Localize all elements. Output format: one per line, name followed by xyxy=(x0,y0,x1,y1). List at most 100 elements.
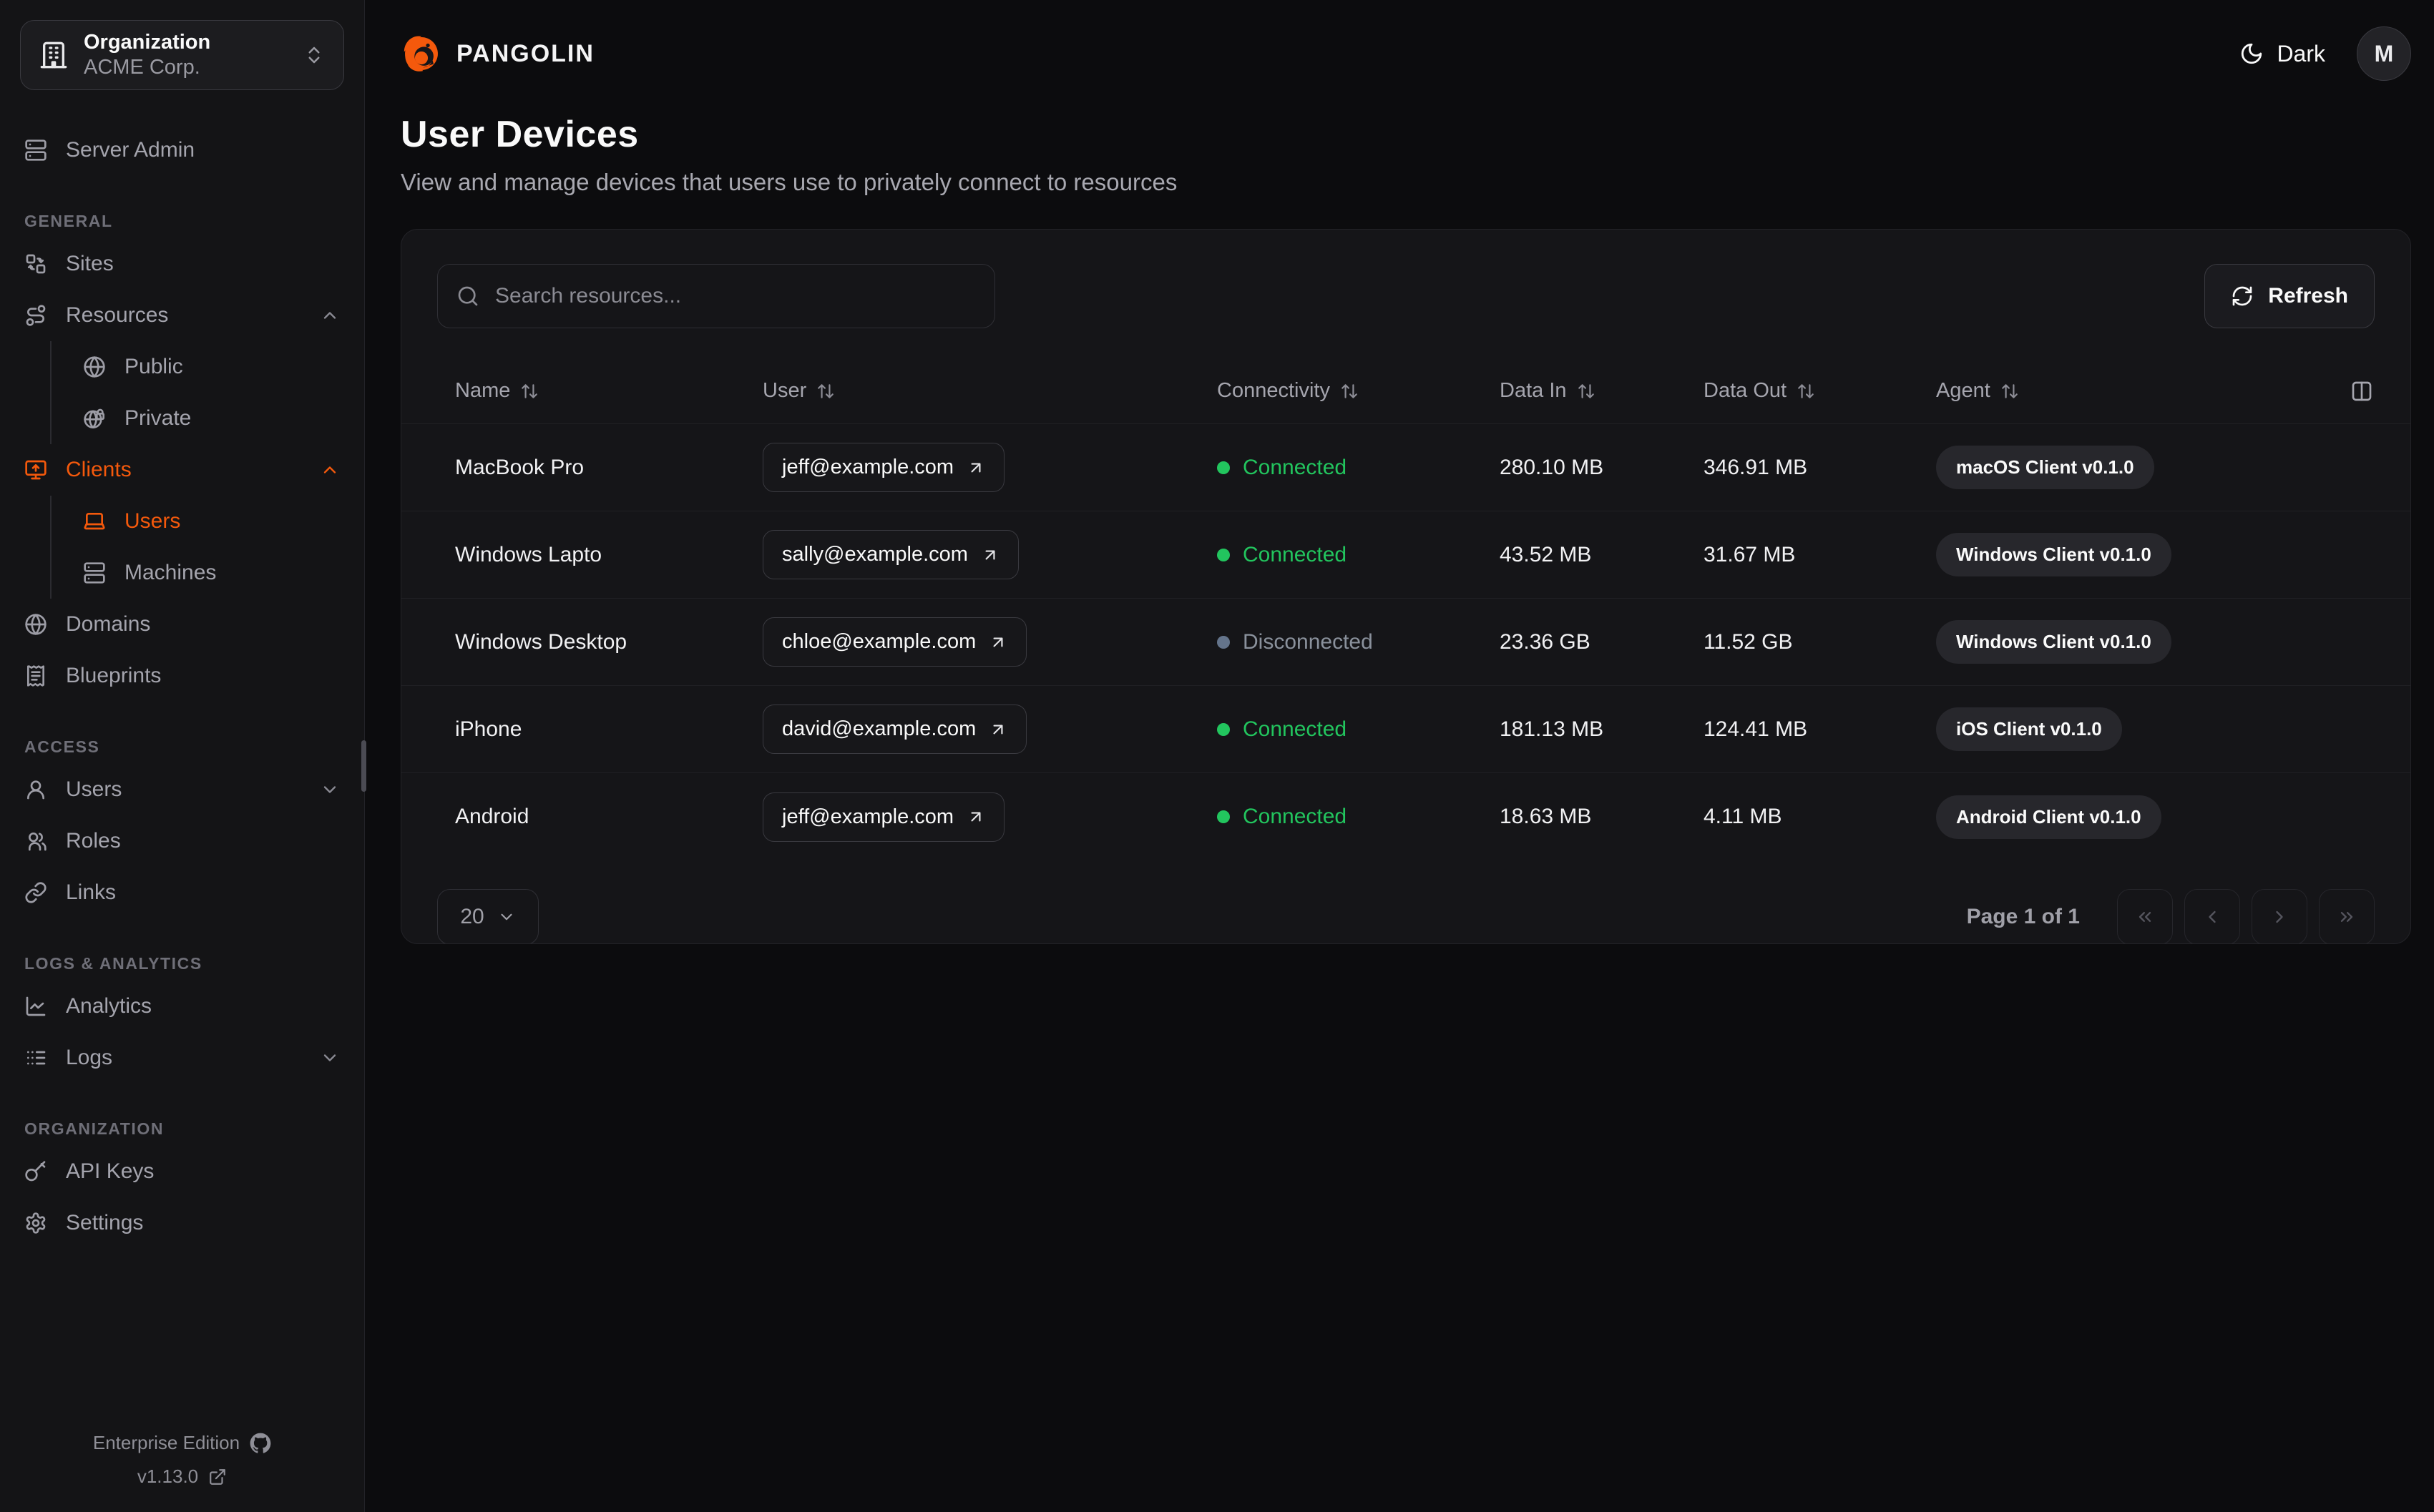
sidebar-item-client-users[interactable]: Users xyxy=(82,496,344,547)
chevrons-left-icon xyxy=(2139,911,2151,923)
device-name: MacBook Pro xyxy=(455,455,585,479)
sidebar-item-clients[interactable]: Clients xyxy=(20,444,344,496)
sidebar-item-settings[interactable]: Settings xyxy=(20,1197,344,1249)
sidebar-item-analytics[interactable]: Analytics xyxy=(20,981,344,1032)
chevron-down-icon xyxy=(501,913,512,921)
topbar-right: Dark M xyxy=(2239,26,2411,81)
github-icon[interactable] xyxy=(250,1433,271,1454)
clients-sub-list: Users Machines xyxy=(50,496,344,599)
sidebar-item-links[interactable]: Links xyxy=(20,867,344,918)
prev-page-button[interactable] xyxy=(2184,889,2240,943)
sidebar-item-machines[interactable]: Machines xyxy=(82,547,344,599)
table-row: Windows Lapto sally@example.com Connecte… xyxy=(401,511,2410,599)
server-icon xyxy=(25,139,47,161)
user-link-button[interactable]: sally@example.com xyxy=(763,530,1019,579)
data-in-value: 43.52 MB xyxy=(1500,542,1592,566)
table-row: Android jeff@example.com Connected 18.63… xyxy=(401,773,2410,860)
sidebar-item-resources[interactable]: Resources xyxy=(20,290,344,341)
sidebar-resize-handle[interactable] xyxy=(361,740,366,792)
sidebar-item-api-keys[interactable]: API Keys xyxy=(20,1146,344,1197)
column-header-data-out[interactable]: Data Out xyxy=(1704,379,1936,403)
column-label: Agent xyxy=(1936,379,1990,402)
brand-name: PANGOLIN xyxy=(456,39,595,67)
agent-badge: iOS Client v0.1.0 xyxy=(1936,707,2122,751)
agent-badge: Windows Client v0.1.0 xyxy=(1936,620,2171,664)
user-email: jeff@example.com xyxy=(782,805,954,828)
avatar[interactable]: M xyxy=(2357,26,2411,81)
data-out-value: 31.67 MB xyxy=(1704,542,1796,566)
status-dot xyxy=(1217,635,1230,649)
user-link-button[interactable]: jeff@example.com xyxy=(763,792,1005,842)
column-header-agent[interactable]: Agent xyxy=(1936,379,2333,403)
first-page-button[interactable] xyxy=(2117,889,2173,943)
sites-icon xyxy=(26,254,46,274)
sidebar-item-label: API Keys xyxy=(66,1159,155,1183)
sidebar-item-label: Settings xyxy=(66,1211,144,1234)
laptop-icon xyxy=(84,512,105,530)
sidebar-item-private[interactable]: Private xyxy=(82,393,344,444)
column-header-connectivity[interactable]: Connectivity xyxy=(1217,379,1500,403)
search-input[interactable] xyxy=(495,284,976,308)
brand[interactable]: PANGOLIN xyxy=(401,33,595,74)
user-link-button[interactable]: david@example.com xyxy=(763,705,1027,754)
user-icon xyxy=(26,780,44,800)
sidebar-item-logs[interactable]: Logs xyxy=(20,1032,344,1084)
sidebar-item-server-admin[interactable]: Server Admin xyxy=(20,124,344,176)
data-out-value: 4.11 MB xyxy=(1704,805,1782,828)
column-label: Name xyxy=(455,379,511,402)
arrow-up-right-icon xyxy=(985,549,995,560)
status-label: Disconnected xyxy=(1243,629,1373,654)
next-page-button[interactable] xyxy=(2252,889,2307,943)
sidebar-item-label: Blueprints xyxy=(66,664,162,687)
chevron-right-icon xyxy=(2276,910,2283,923)
pagination-controls: Page 1 of 1 xyxy=(1967,889,2375,943)
chevron-left-icon xyxy=(2209,910,2216,923)
topbar: PANGOLIN Dark M xyxy=(401,0,2411,107)
sidebar-section-logs-analytics: LOGS & ANALYTICS xyxy=(24,954,202,973)
last-page-button[interactable] xyxy=(2319,889,2375,943)
theme-toggle[interactable]: Dark xyxy=(2239,41,2325,67)
sort-icon xyxy=(1798,383,1814,398)
chevrons-right-icon xyxy=(2340,911,2353,923)
status-label: Connected xyxy=(1243,717,1347,741)
org-selector-label: Organization xyxy=(84,30,211,54)
org-selector[interactable]: Organization ACME Corp. xyxy=(20,20,344,90)
pagination-bar: 20 Page 1 of 1 xyxy=(401,860,2410,943)
sidebar-item-blueprints[interactable]: Blueprints xyxy=(20,650,344,702)
column-visibility-button[interactable] xyxy=(2350,380,2373,403)
globe-icon xyxy=(25,614,47,635)
sidebar-item-users[interactable]: Users xyxy=(20,764,344,815)
refresh-button[interactable]: Refresh xyxy=(2204,264,2375,328)
arrow-up-right-icon xyxy=(993,724,1003,734)
data-in-value: 181.13 MB xyxy=(1500,717,1604,741)
sidebar-item-label: Server Admin xyxy=(66,138,195,162)
page-size-select[interactable]: 20 xyxy=(437,889,539,943)
sidebar-section-access: ACCESS xyxy=(24,737,100,756)
card-toolbar: Refresh xyxy=(401,230,2410,328)
column-header-name[interactable]: Name xyxy=(401,379,763,403)
status-dot xyxy=(1217,722,1230,736)
user-link-button[interactable]: jeff@example.com xyxy=(763,443,1005,492)
chevron-up-icon xyxy=(323,312,336,319)
search-box xyxy=(437,264,995,328)
sidebar-item-domains[interactable]: Domains xyxy=(20,599,344,650)
table-header-row: Name User Connectivity Data In Data Out xyxy=(401,358,2410,424)
connectivity-status: Connected xyxy=(1217,456,1500,480)
sidebar-item-label: Domains xyxy=(66,612,151,636)
gear-icon xyxy=(26,1212,46,1234)
connectivity-status: Connected xyxy=(1217,805,1500,829)
external-link-icon[interactable] xyxy=(208,1468,227,1486)
sort-icon xyxy=(818,383,834,398)
column-header-user[interactable]: User xyxy=(763,379,1217,403)
sidebar-item-public[interactable]: Public xyxy=(82,341,344,393)
user-link-button[interactable]: chloe@example.com xyxy=(763,617,1027,667)
column-header-data-in[interactable]: Data In xyxy=(1500,379,1704,403)
sidebar-item-sites[interactable]: Sites xyxy=(20,238,344,290)
user-email: sally@example.com xyxy=(782,543,968,566)
sidebar-item-label: Public xyxy=(124,355,183,378)
column-label: Data In xyxy=(1500,379,1567,402)
sidebar-item-roles[interactable]: Roles xyxy=(20,815,344,867)
pangolin-logo-icon xyxy=(404,36,438,72)
globe-icon xyxy=(84,356,105,378)
globe-lock-icon xyxy=(84,408,105,429)
